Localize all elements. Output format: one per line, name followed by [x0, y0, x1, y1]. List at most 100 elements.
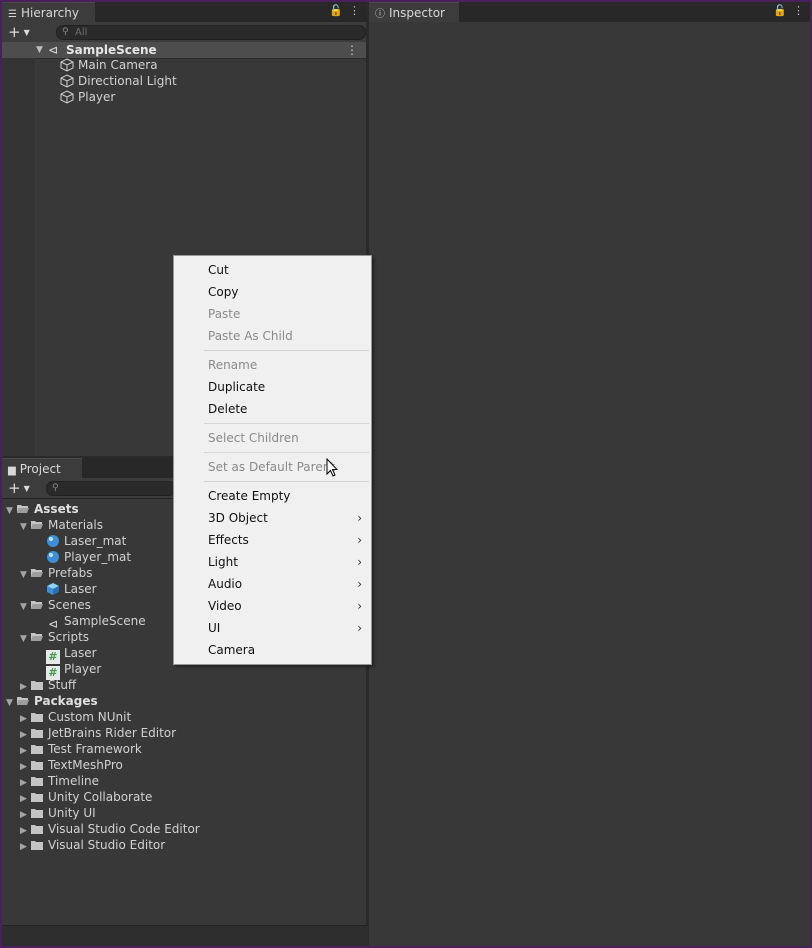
open-folder-icon — [31, 601, 43, 609]
tree-item-assets[interactable]: ▼ Assets — [6, 501, 79, 517]
folder-icon: ▆ — [8, 465, 16, 476]
menu-item-cut[interactable]: Cut — [208, 259, 229, 281]
hierarchy-item-directional-light[interactable]: Directional Light — [60, 73, 177, 89]
menu-item-video[interactable]: Video — [208, 595, 242, 617]
project-search-input[interactable]: ⚲ — [46, 481, 176, 496]
context-menu: Cut Copy Paste Paste As Child Rename Dup… — [173, 255, 372, 665]
lock-icon[interactable]: 🔓 — [329, 4, 343, 17]
menu-item-effects[interactable]: Effects — [208, 529, 249, 551]
open-folder-icon — [17, 505, 29, 513]
scene-menu-icon[interactable]: ⋮ — [346, 42, 358, 58]
item-label: Main Camera — [78, 58, 158, 72]
hierarchy-item-main-camera[interactable]: Main Camera — [60, 57, 158, 73]
menu-item-rename[interactable]: Rename — [208, 354, 257, 376]
tree-item-player-script[interactable]: # Player — [46, 661, 102, 680]
expand-triangle-icon[interactable]: ▼ — [20, 631, 30, 647]
menu-item-paste-as-child[interactable]: Paste As Child — [208, 325, 293, 347]
scene-row[interactable]: ▼ ⊲ SampleScene ⋮ — [2, 42, 366, 59]
package-item[interactable]: ▶ Timeline — [20, 773, 99, 789]
tree-item-stuff[interactable]: ▶ Stuff — [20, 677, 76, 693]
tab-project[interactable]: ▆ Project — [2, 458, 82, 478]
package-item[interactable]: ▶ JetBrains Rider Editor — [20, 725, 176, 741]
chevron-down-icon: ▼ — [23, 27, 30, 37]
search-icon: ⚲ — [62, 27, 69, 37]
expand-triangle-icon[interactable]: ▼ — [36, 42, 43, 58]
folder-icon — [31, 745, 43, 754]
item-label: Player — [78, 90, 116, 104]
tree-label: Test Framework — [48, 742, 142, 756]
menu-item-set-default-parent[interactable]: Set as Default Parent — [208, 456, 335, 478]
chevron-down-icon: ▼ — [23, 483, 30, 493]
menu-item-duplicate[interactable]: Duplicate — [208, 376, 265, 398]
open-folder-icon — [31, 569, 43, 577]
hierarchy-item-player[interactable]: Player — [60, 89, 115, 105]
tree-label: Assets — [34, 502, 79, 516]
unity-scene-icon: ⊲ — [47, 617, 59, 631]
tree-label: Timeline — [48, 774, 100, 788]
menu-item-create-empty[interactable]: Create Empty — [208, 485, 290, 507]
create-button[interactable]: + ▼ — [8, 22, 30, 43]
cube-outline-icon — [60, 90, 74, 104]
package-item[interactable]: ▶ TextMeshPro — [20, 757, 123, 773]
package-item[interactable]: ▶ Visual Studio Code Editor — [20, 821, 200, 837]
tree-item-prefabs[interactable]: ▼ Prefabs — [20, 565, 93, 581]
menu-item-copy[interactable]: Copy — [208, 281, 238, 303]
menu-separator — [204, 452, 369, 453]
package-item[interactable]: ▶ Custom NUnit — [20, 709, 131, 725]
menu-item-delete[interactable]: Delete — [208, 398, 247, 420]
chevron-right-icon: › — [357, 621, 362, 635]
menu-item-ui[interactable]: UI — [208, 617, 220, 639]
tree-item-packages[interactable]: ▼ Packages — [6, 693, 98, 709]
tree-label: Prefabs — [48, 566, 93, 580]
tab-project-label: Project — [19, 462, 61, 476]
folder-icon — [31, 761, 43, 770]
tree-item-laser-script[interactable]: # Laser — [46, 645, 97, 664]
tree-item-scripts[interactable]: ▼ Scripts — [20, 629, 89, 645]
collapsed-triangle-icon[interactable]: ▶ — [20, 839, 30, 855]
tree-label: Unity Collaborate — [48, 790, 153, 804]
create-button[interactable]: + ▼ — [8, 478, 30, 499]
menu-item-paste[interactable]: Paste — [208, 303, 240, 325]
package-item[interactable]: ▶ Visual Studio Editor — [20, 837, 165, 853]
tree-item-laser-mat[interactable]: Laser_mat — [46, 533, 126, 549]
expand-triangle-icon[interactable]: ▼ — [20, 519, 30, 535]
package-item[interactable]: ▶ Test Framework — [20, 741, 142, 757]
hierarchy-search-input[interactable]: ⚲ All — [56, 25, 366, 40]
expand-triangle-icon[interactable]: ▼ — [6, 695, 16, 711]
package-item[interactable]: ▶ Unity Collaborate — [20, 789, 152, 805]
chevron-right-icon: › — [357, 533, 362, 547]
expand-triangle-icon[interactable]: ▼ — [20, 567, 30, 583]
folder-icon — [31, 809, 43, 818]
tree-item-scenes[interactable]: ▼ Scenes — [20, 597, 91, 613]
lock-icon[interactable]: 🔓 — [773, 4, 787, 17]
more-options-icon[interactable]: ⋮ — [793, 4, 804, 17]
expand-triangle-icon[interactable]: ▼ — [20, 599, 30, 615]
tree-item-materials[interactable]: ▼ Materials — [20, 517, 103, 533]
search-placeholder: All — [75, 27, 88, 38]
menu-item-camera[interactable]: Camera — [208, 639, 255, 661]
tree-item-laser-prefab[interactable]: Laser — [46, 581, 97, 597]
cube-outline-icon — [60, 74, 74, 88]
inspector-tabbar: ⓘ Inspector 🔓 ⋮ — [369, 2, 810, 22]
menu-item-select-children[interactable]: Select Children — [208, 427, 299, 449]
open-folder-icon — [31, 633, 43, 641]
tree-label: Laser — [64, 646, 97, 660]
more-options-icon[interactable]: ⋮ — [349, 4, 360, 17]
chevron-right-icon: › — [357, 511, 362, 525]
package-item[interactable]: ▶ Unity UI — [20, 805, 96, 821]
tree-item-scene-asset[interactable]: ⊲ SampleScene — [46, 613, 146, 631]
expand-triangle-icon[interactable]: ▼ — [6, 503, 16, 519]
folder-icon — [31, 777, 43, 786]
folder-icon — [31, 825, 43, 834]
menu-item-3d-object[interactable]: 3D Object — [208, 507, 268, 529]
tab-inspector[interactable]: ⓘ Inspector — [369, 2, 459, 22]
inspector-tab-icons: 🔓 ⋮ — [767, 4, 804, 17]
hierarchy-toolbar: + ▼ ⚲ All — [2, 22, 366, 43]
menu-item-light[interactable]: Light — [208, 551, 238, 573]
open-folder-icon — [17, 697, 29, 705]
tree-item-player-mat[interactable]: Player_mat — [46, 549, 131, 565]
menu-item-audio[interactable]: Audio — [208, 573, 242, 595]
tree-label: Packages — [34, 694, 98, 708]
tab-hierarchy[interactable]: ☰ Hierarchy — [2, 2, 95, 22]
tree-label: Player — [64, 662, 102, 676]
